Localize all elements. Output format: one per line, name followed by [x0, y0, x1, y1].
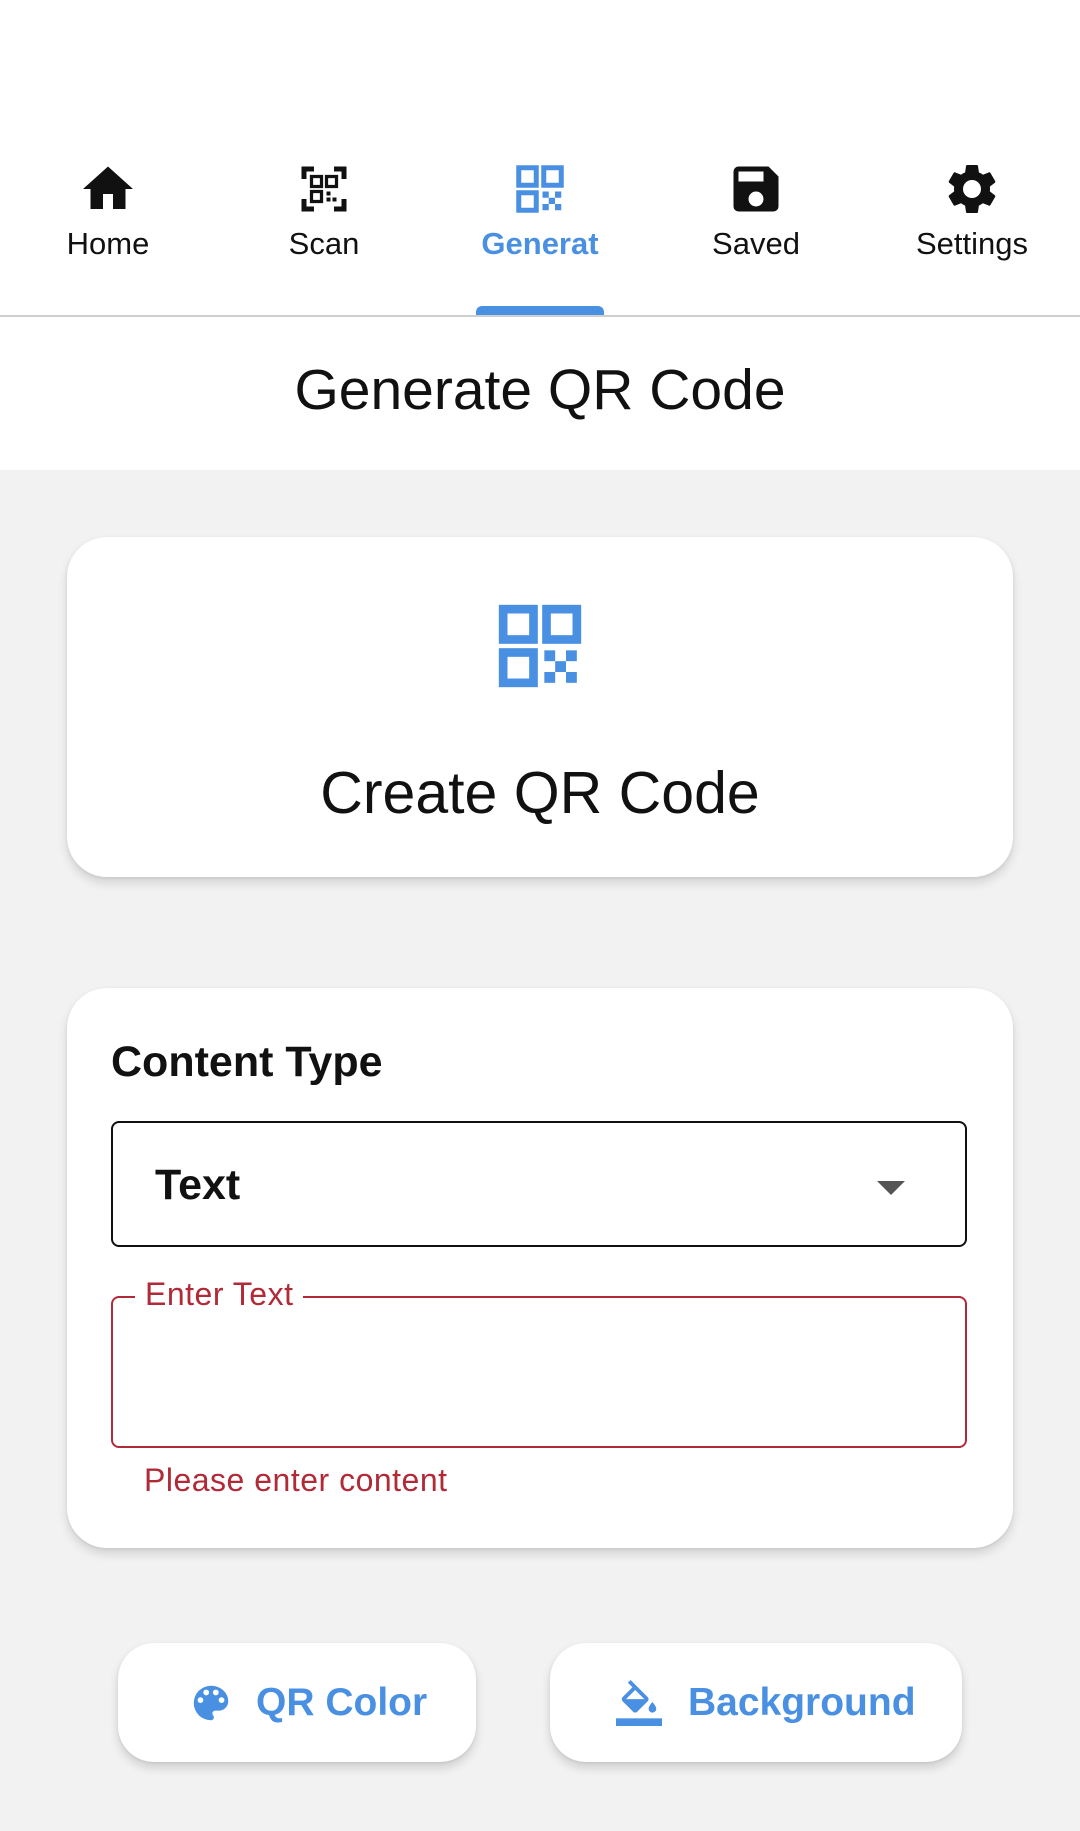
- qr-scan-icon: [301, 166, 347, 212]
- tab-settings-label: Settings: [915, 226, 1028, 261]
- tab-home-label: Home: [66, 226, 150, 261]
- create-qr-title: Create QR Code: [320, 760, 760, 826]
- background-label: Background: [688, 1681, 916, 1724]
- tab-home[interactable]: Home: [0, 140, 216, 315]
- save-icon: [733, 166, 779, 212]
- tab-scan-label: Scan: [288, 226, 360, 261]
- error-message: Please enter content: [144, 1462, 448, 1498]
- tab-settings[interactable]: Settings: [864, 140, 1080, 315]
- enter-text-label: Enter Text: [135, 1276, 304, 1313]
- dropdown-arrow-icon: [877, 1181, 905, 1195]
- content-type-label: Content Type: [111, 1038, 383, 1086]
- qr-code-icon: [516, 165, 564, 213]
- tab-saved-label: Saved: [712, 226, 800, 261]
- home-icon: [83, 166, 133, 209]
- gear-icon: [948, 164, 996, 213]
- active-tab-indicator: [476, 306, 604, 315]
- tab-generate[interactable]: Generat: [432, 140, 648, 315]
- enter-text-input[interactable]: [133, 1338, 947, 1400]
- qr-color-button[interactable]: QR Color: [118, 1643, 476, 1762]
- content-type-dropdown[interactable]: Text: [111, 1121, 967, 1247]
- create-qr-card: Create QR Code: [67, 537, 1013, 877]
- page-title: Generate QR Code: [294, 358, 786, 422]
- qr-color-label: QR Color: [256, 1681, 428, 1724]
- palette-icon: [193, 1685, 229, 1721]
- content-type-selected-value: Text: [155, 1161, 241, 1209]
- paint-bucket-icon: [616, 1680, 662, 1726]
- tab-scan[interactable]: Scan: [216, 140, 432, 315]
- qr-code-icon: [498, 604, 582, 688]
- enter-text-field[interactable]: Enter Text: [111, 1276, 967, 1448]
- tab-generate-label: Generat: [481, 226, 599, 261]
- page-header: Generate QR Code: [0, 317, 1080, 470]
- top-tab-bar: Home Scan Generat Saved Settings: [0, 140, 1080, 317]
- status-bar-area: [0, 0, 1080, 140]
- tab-saved[interactable]: Saved: [648, 140, 864, 315]
- background-color-button[interactable]: Background: [550, 1643, 962, 1762]
- content-form-card: Content Type Text Enter Text Please ente…: [67, 988, 1013, 1548]
